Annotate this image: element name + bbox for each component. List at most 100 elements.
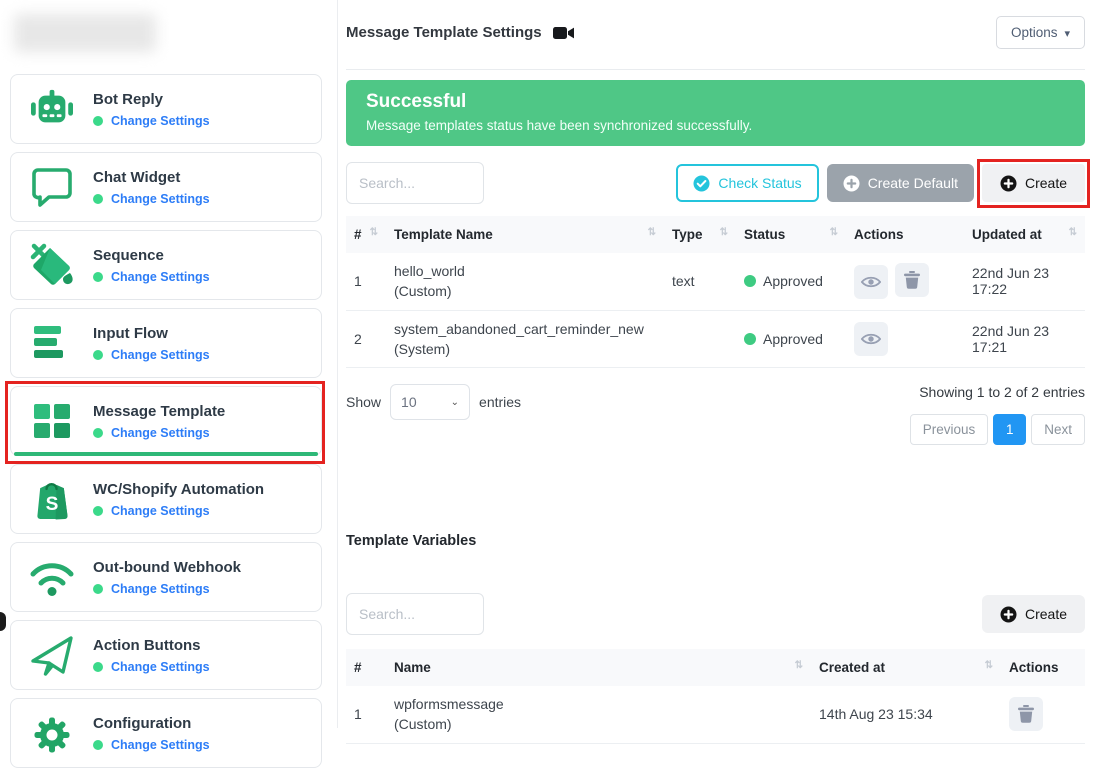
options-button-label: Options xyxy=(1011,25,1058,40)
template-name: hello_world xyxy=(394,261,656,281)
column-header-actions: Actions xyxy=(1001,649,1085,686)
view-button[interactable] xyxy=(854,322,888,356)
list-bars-icon xyxy=(27,323,77,363)
change-settings-link[interactable]: Change Settings xyxy=(111,270,210,284)
plus-circle-icon xyxy=(1000,606,1017,623)
shopify-bag-icon: S xyxy=(27,477,77,521)
variables-search-input[interactable] xyxy=(346,593,484,635)
change-settings-link[interactable]: Change Settings xyxy=(111,660,210,674)
create-default-button[interactable]: Create Default xyxy=(827,164,974,202)
templates-search-input[interactable] xyxy=(346,162,484,204)
delete-button[interactable] xyxy=(1009,697,1043,731)
sidebar-item-message-template[interactable]: Message Template Change Settings xyxy=(10,386,322,456)
column-header-updated-at[interactable]: Updated at xyxy=(964,216,1085,253)
variables-toolbar: Create xyxy=(346,593,1085,635)
banner-title: Successful xyxy=(366,91,1065,113)
entries-label: entries xyxy=(479,394,521,410)
check-circle-icon xyxy=(693,175,710,192)
change-settings-link[interactable]: Change Settings xyxy=(111,426,210,440)
template-origin: (Custom) xyxy=(394,281,656,301)
sidebar-item-sequence[interactable]: Sequence Change Settings xyxy=(10,230,322,300)
created-at: 14th Aug 23 15:34 xyxy=(811,686,1001,743)
change-settings-link[interactable]: Change Settings xyxy=(111,348,210,362)
sidebar-item-label: Out-bound Webhook xyxy=(93,559,241,576)
change-settings-link[interactable]: Change Settings xyxy=(111,582,210,596)
check-status-label: Check Status xyxy=(718,175,801,191)
sort-icon xyxy=(795,660,803,671)
templates-toolbar: Check Status Create Default xyxy=(346,162,1085,204)
change-settings-link[interactable]: Change Settings xyxy=(111,738,210,752)
check-status-button[interactable]: Check Status xyxy=(676,164,818,202)
show-label: Show xyxy=(346,394,381,410)
active-indicator xyxy=(14,452,318,456)
create-variable-label: Create xyxy=(1025,606,1067,622)
trash-icon xyxy=(904,271,920,289)
column-header-created-at[interactable]: Created at xyxy=(811,649,1001,686)
eye-icon xyxy=(861,332,881,346)
sidebar-item-input-flow[interactable]: Input Flow Change Settings xyxy=(10,308,322,378)
template-name: system_abandoned_cart_reminder_new xyxy=(394,319,656,339)
wifi-icon xyxy=(27,557,77,597)
status-badge: Approved xyxy=(763,331,823,347)
template-variables-title: Template Variables xyxy=(346,533,1085,549)
updated-at: 22nd Jun 23 17:21 xyxy=(964,310,1085,368)
column-header-num[interactable]: # xyxy=(346,216,386,253)
sidebar-item-action-buttons[interactable]: Action Buttons Change Settings xyxy=(10,620,322,690)
options-button[interactable]: Options xyxy=(996,16,1085,49)
change-settings-link[interactable]: Change Settings xyxy=(111,192,210,206)
create-variable-button[interactable]: Create xyxy=(982,595,1085,633)
svg-text:S: S xyxy=(46,494,59,515)
sort-icon xyxy=(720,227,728,238)
page-header: Message Template Settings Options xyxy=(346,0,1085,70)
sidebar-item-label: WC/Shopify Automation xyxy=(93,481,264,498)
delete-button[interactable] xyxy=(895,263,929,297)
create-default-label: Create Default xyxy=(868,175,958,191)
sort-icon xyxy=(830,227,838,238)
previous-page-button[interactable]: Previous xyxy=(910,414,989,445)
status-dot xyxy=(93,662,103,672)
create-template-label: Create xyxy=(1025,175,1067,191)
change-settings-link[interactable]: Change Settings xyxy=(111,504,210,518)
table-row: 1 wpformsmessage (Custom) 14th Aug 23 15… xyxy=(346,686,1085,743)
sidebar-item-bot-reply[interactable]: Bot Reply Change Settings xyxy=(10,74,322,144)
sidebar-item-label: Configuration xyxy=(93,715,210,732)
column-header-status[interactable]: Status xyxy=(736,216,846,253)
page-size-select[interactable]: 10 ⌄ xyxy=(390,384,470,420)
change-settings-link[interactable]: Change Settings xyxy=(111,114,210,128)
variables-table-header-row: # Name Created at Actions xyxy=(346,649,1085,686)
column-header-template-name[interactable]: Template Name xyxy=(386,216,664,253)
sidebar-item-configuration[interactable]: Configuration Change Settings xyxy=(10,698,322,768)
sidebar-item-label: Message Template xyxy=(93,403,225,420)
view-button[interactable] xyxy=(854,265,888,299)
create-template-button[interactable]: Create xyxy=(982,164,1085,202)
column-header-actions: Actions xyxy=(846,216,964,253)
sidebar-item-label: Sequence xyxy=(93,247,210,264)
sidebar-item-wc-shopify-automation[interactable]: S WC/Shopify Automation Change Settings xyxy=(10,464,322,534)
paint-bucket-icon xyxy=(27,243,77,287)
templates-table-footer: Show 10 ⌄ entries Showing 1 to 2 of 2 en… xyxy=(346,384,1085,445)
template-origin: (System) xyxy=(394,339,656,359)
sort-icon xyxy=(1069,227,1077,238)
table-row: 1 hello_world (Custom) text Approved xyxy=(346,253,1085,310)
entries-summary: Showing 1 to 2 of 2 entries xyxy=(919,384,1085,400)
settings-sidebar: Bot Reply Change Settings Chat Widget Ch… xyxy=(0,0,338,728)
column-header-name[interactable]: Name xyxy=(386,649,811,686)
sidebar-item-outbound-webhook[interactable]: Out-bound Webhook Change Settings xyxy=(10,542,322,612)
page-1-button[interactable]: 1 xyxy=(993,414,1026,445)
page-size-value: 10 xyxy=(401,394,417,410)
status-dot xyxy=(93,584,103,594)
sidebar-item-chat-widget[interactable]: Chat Widget Change Settings xyxy=(10,152,322,222)
video-camera-icon[interactable] xyxy=(553,25,575,41)
status-dot xyxy=(93,194,103,204)
sidebar-item-label: Chat Widget xyxy=(93,169,210,186)
chevron-down-icon xyxy=(1064,25,1070,40)
status-dot xyxy=(744,275,756,287)
next-page-button[interactable]: Next xyxy=(1031,414,1085,445)
paper-plane-icon xyxy=(27,633,77,677)
column-header-type[interactable]: Type xyxy=(664,216,736,253)
success-banner: Successful Message templates status have… xyxy=(346,80,1085,146)
plugin-logo xyxy=(14,14,156,52)
banner-message: Message templates status have been synch… xyxy=(366,118,1065,133)
sort-icon xyxy=(985,660,993,671)
status-dot xyxy=(93,272,103,282)
